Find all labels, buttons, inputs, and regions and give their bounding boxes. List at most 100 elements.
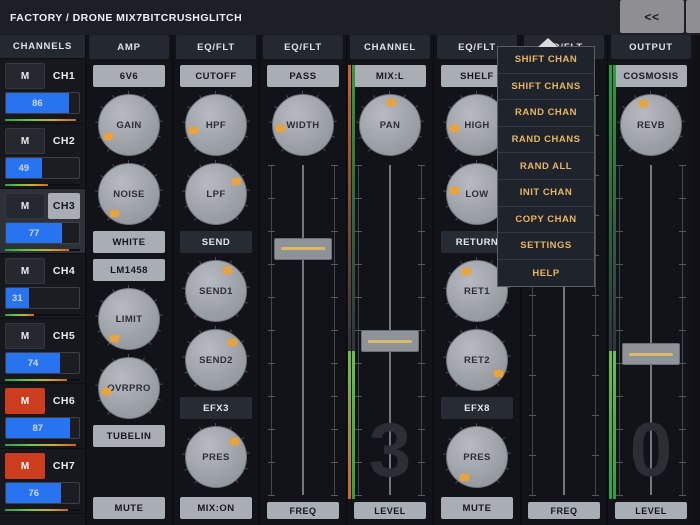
- knob-ret2[interactable]: RET2: [443, 326, 511, 391]
- knob-send2[interactable]: SEND2: [182, 326, 250, 391]
- channel-level-slider[interactable]: 31: [5, 287, 80, 309]
- channel-level-slider[interactable]: 49: [5, 157, 80, 179]
- level-meter-fill: [348, 351, 351, 499]
- channel-name-label[interactable]: CH2: [48, 128, 80, 154]
- strip-mid-button[interactable]: WHITE: [93, 231, 165, 253]
- fader-bottom-label[interactable]: LEVEL: [354, 502, 426, 519]
- knob-limit-dial[interactable]: LIMIT: [98, 288, 160, 350]
- fader-freq[interactable]: [267, 165, 339, 496]
- channel-mute-button[interactable]: M: [5, 323, 45, 349]
- strip-efx-button[interactable]: EFX8: [441, 397, 513, 419]
- menu-item[interactable]: RAND ALL: [498, 153, 594, 180]
- app-root: FACTORY / DRONE MIX7BITCRUSHGLITCH << >>…: [0, 0, 700, 525]
- menu-item[interactable]: SHIFT CHAN: [498, 47, 594, 74]
- channel-row[interactable]: M CH1 86: [0, 59, 85, 124]
- channel-name-label[interactable]: CH4: [48, 258, 80, 284]
- fader-handle[interactable]: [274, 237, 332, 260]
- menu-item[interactable]: HELP: [498, 260, 594, 287]
- menu-item[interactable]: RAND CHANS: [498, 127, 594, 154]
- channel-level-slider[interactable]: 76: [5, 482, 80, 504]
- channel-name-label[interactable]: CH3: [48, 193, 80, 219]
- strip-bottom-button[interactable]: MIX:ON: [180, 497, 252, 519]
- channel-mute-button[interactable]: M: [5, 388, 45, 414]
- menu-item[interactable]: SHIFT CHANS: [498, 74, 594, 101]
- knob-ovrpro[interactable]: OVRPRO: [95, 354, 163, 419]
- strip-efx-button[interactable]: EFX3: [180, 397, 252, 419]
- mixer-board: CHANNELS M CH1 86 M CH2 49 M CH3 77 M CH4 31 M CH5 74 M…: [0, 35, 700, 525]
- knob-pres-dial[interactable]: PRES: [446, 426, 508, 488]
- knob-width[interactable]: WIDTH: [269, 91, 337, 156]
- fader-level[interactable]: 0: [615, 165, 687, 496]
- knob-lpf[interactable]: LPF: [182, 160, 250, 225]
- knob-revb[interactable]: REVB: [617, 91, 685, 156]
- menu-item[interactable]: COPY CHAN: [498, 207, 594, 234]
- knob-send2-dial[interactable]: SEND2: [185, 329, 247, 391]
- knob-hpf-dial[interactable]: HPF: [185, 94, 247, 156]
- knob-pan[interactable]: PAN: [356, 91, 424, 156]
- strip-top-button[interactable]: MIX:L: [354, 65, 426, 87]
- knob-send1-dial[interactable]: SEND1: [185, 260, 247, 322]
- knob-pres-dial[interactable]: PRES: [185, 426, 247, 488]
- knob-noise-dial[interactable]: NOISE: [98, 163, 160, 225]
- knob-gain[interactable]: GAIN: [95, 91, 163, 156]
- knob-noise[interactable]: NOISE: [95, 160, 163, 225]
- knob-send1[interactable]: SEND1: [182, 257, 250, 322]
- fader-bottom-label[interactable]: FREQ: [528, 502, 600, 519]
- channel-level-slider[interactable]: 86: [5, 92, 80, 114]
- menu-item[interactable]: SETTINGS: [498, 233, 594, 260]
- knob-lpf-dial[interactable]: LPF: [185, 163, 247, 225]
- channel-mute-button[interactable]: M: [5, 63, 45, 89]
- knob-ovrpro-dial[interactable]: OVRPRO: [98, 357, 160, 419]
- knob-pres[interactable]: PRES: [182, 423, 250, 488]
- menu-item[interactable]: RAND CHAN: [498, 100, 594, 127]
- strip-top-button[interactable]: COSMOSIS: [615, 65, 687, 87]
- strip-section-button[interactable]: SEND: [180, 231, 252, 253]
- channel-level-slider[interactable]: 77: [5, 222, 80, 244]
- knob-hpf[interactable]: HPF: [182, 91, 250, 156]
- channel-mute-button[interactable]: M: [5, 193, 45, 219]
- knob-pres[interactable]: PRES: [443, 423, 511, 488]
- knob-ret2-dial[interactable]: RET2: [446, 329, 508, 391]
- strip-bottom-button[interactable]: MUTE: [93, 497, 165, 519]
- channel-mute-button[interactable]: M: [5, 258, 45, 284]
- channel-name-label[interactable]: CH6: [48, 388, 80, 414]
- channel-name-label[interactable]: CH1: [48, 63, 80, 89]
- knob-lpf-indicator: [232, 177, 242, 185]
- next-preset-button[interactable]: >>: [686, 0, 700, 33]
- channel-meter-fill: [5, 314, 35, 316]
- fader-level[interactable]: 3: [354, 165, 426, 496]
- fader-bottom-label[interactable]: LEVEL: [615, 502, 687, 519]
- knob-width-dial[interactable]: WIDTH: [272, 94, 334, 156]
- channel-mute-button[interactable]: M: [5, 453, 45, 479]
- level-meter-fill: [609, 351, 612, 499]
- strip-columns: AMP 6V6 GAIN NOISE WHITE LM1458 LIMIT OVRPRO TUB…: [85, 35, 694, 525]
- knob-limit[interactable]: LIMIT: [95, 285, 163, 350]
- strip-top-button[interactable]: 6V6: [93, 65, 165, 87]
- channel-row[interactable]: M CH6 87: [0, 384, 85, 449]
- knob-revb-dial[interactable]: REVB: [620, 94, 682, 156]
- channel-name-label[interactable]: CH7: [48, 453, 80, 479]
- prev-preset-button[interactable]: <<: [620, 0, 684, 33]
- channel-row[interactable]: M CH3 77: [0, 189, 85, 254]
- strip-top-button[interactable]: CUTOFF: [180, 65, 252, 87]
- fader-handle[interactable]: [622, 343, 680, 366]
- channel-name-label[interactable]: CH5: [48, 323, 80, 349]
- fader-handle[interactable]: [361, 330, 419, 352]
- knob-pan-dial[interactable]: PAN: [359, 94, 421, 156]
- menu-item[interactable]: INIT CHAN: [498, 180, 594, 207]
- channel-row[interactable]: M CH7 76: [0, 449, 85, 514]
- strip-low-button[interactable]: TUBELIN: [93, 425, 165, 447]
- knob-gain-indicator: [103, 132, 113, 140]
- channel-row[interactable]: M CH4 31: [0, 254, 85, 319]
- strip-bottom-button[interactable]: MUTE: [441, 497, 513, 519]
- channel-mute-button[interactable]: M: [5, 128, 45, 154]
- strip-mid-button-2[interactable]: LM1458: [93, 259, 165, 281]
- knob-gain-dial[interactable]: GAIN: [98, 94, 160, 156]
- channel-row[interactable]: M CH2 49: [0, 124, 85, 189]
- channel-row[interactable]: M CH5 74: [0, 319, 85, 384]
- channel-level-slider[interactable]: 87: [5, 417, 80, 439]
- strip-header: EQ/FLT: [263, 35, 343, 59]
- fader-bottom-label[interactable]: FREQ: [267, 502, 339, 519]
- strip-top-button[interactable]: PASS: [267, 65, 339, 87]
- channel-level-slider[interactable]: 74: [5, 352, 80, 374]
